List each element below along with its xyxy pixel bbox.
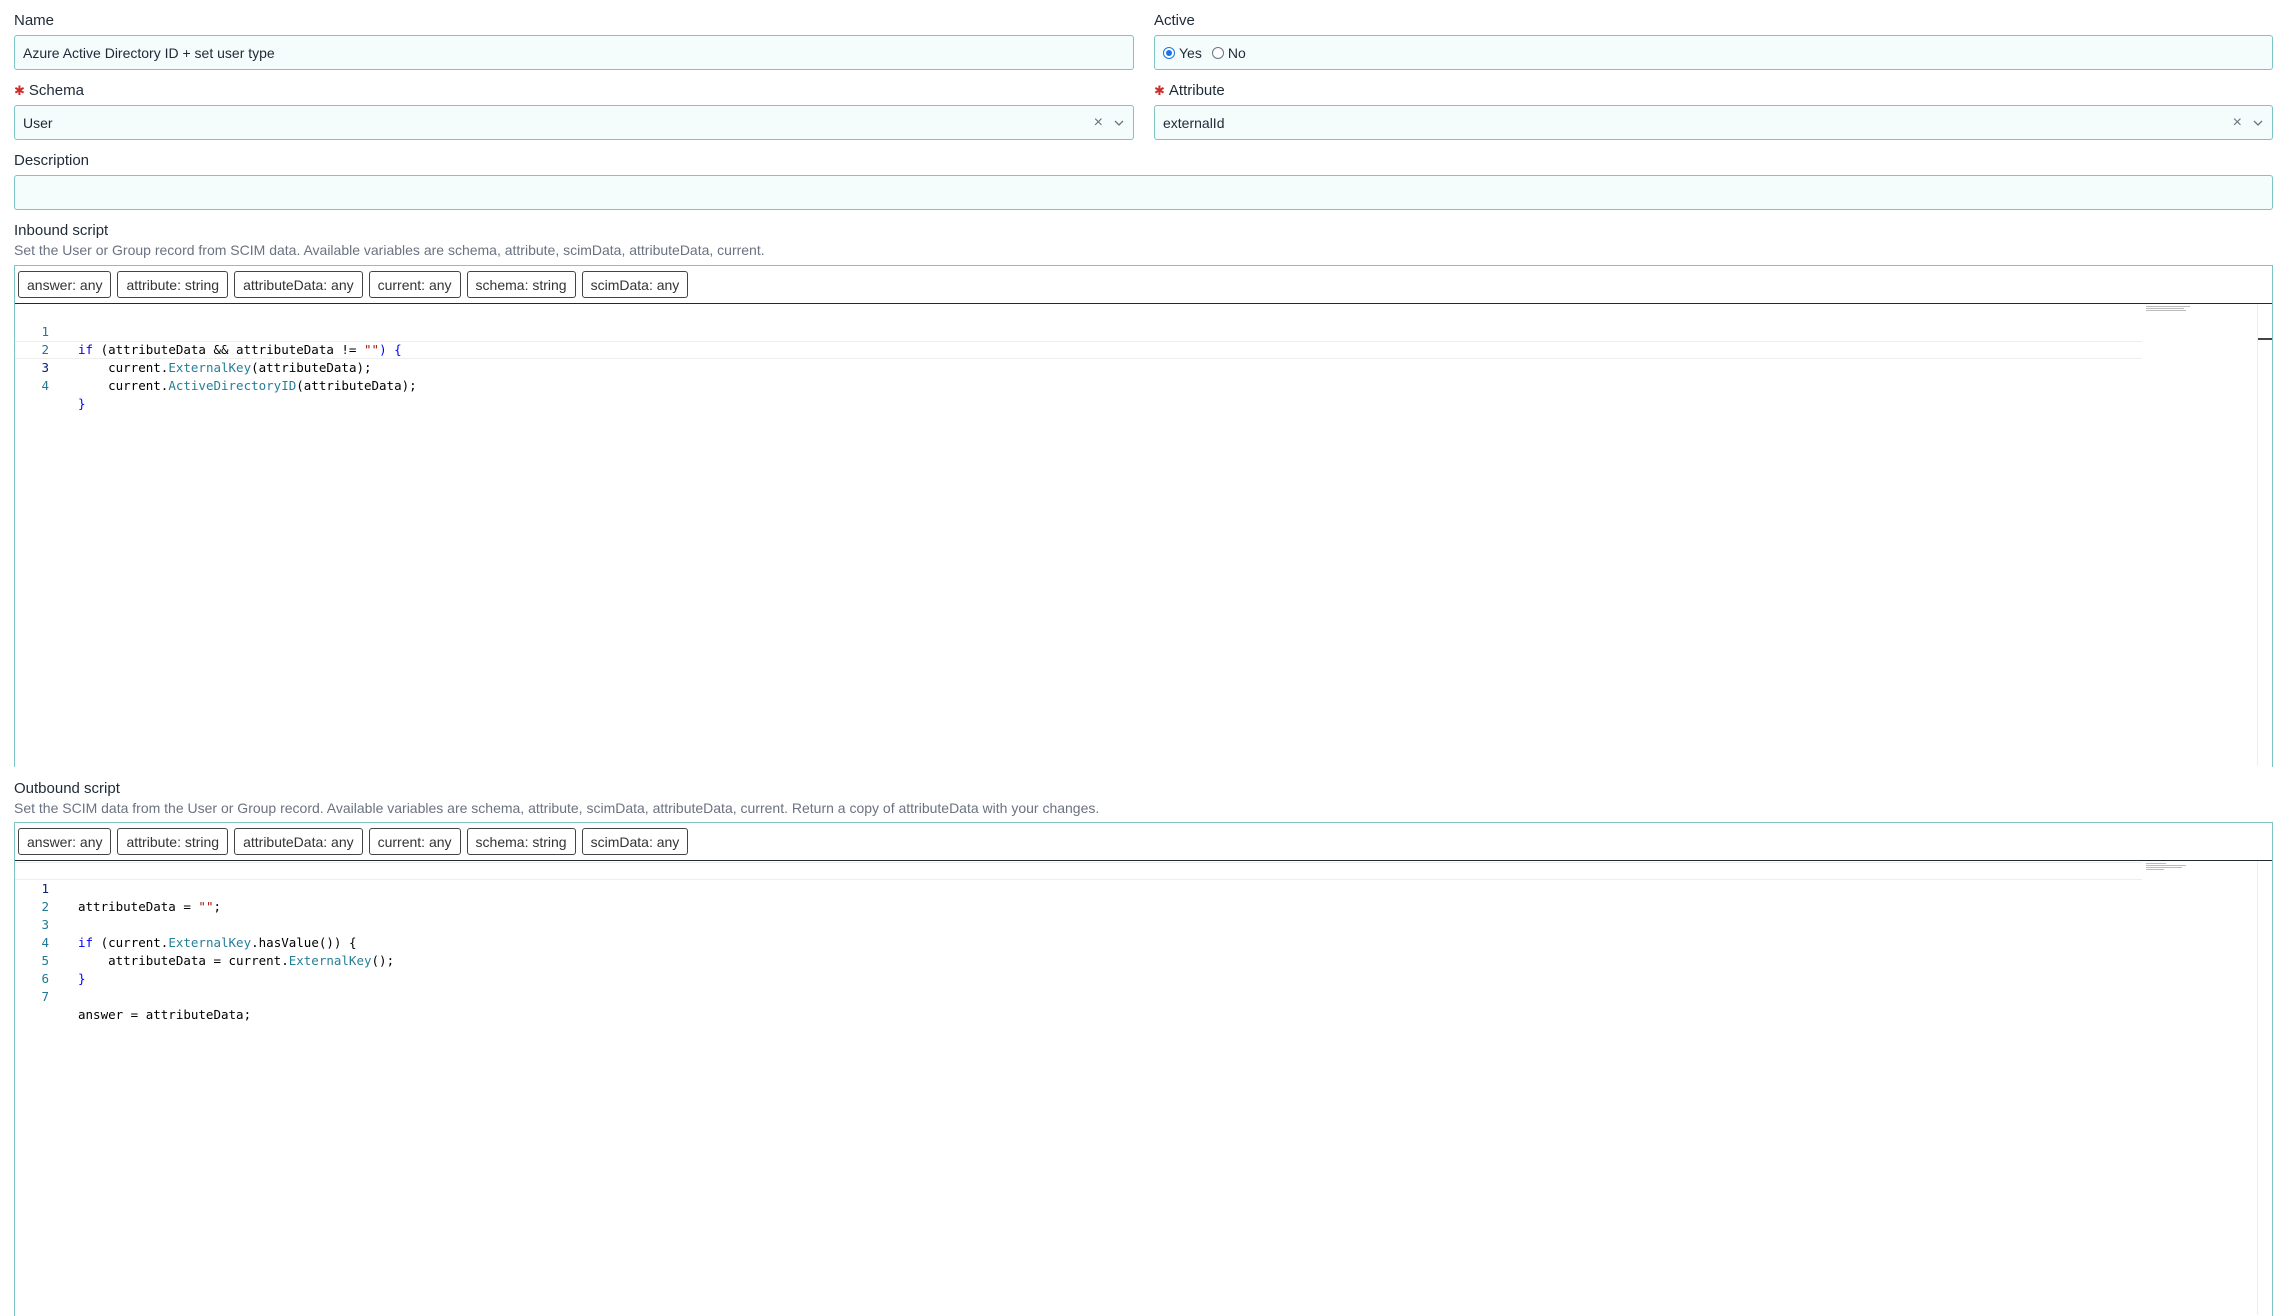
active-no-option[interactable]: No: [1211, 44, 1246, 61]
active-yes-radio[interactable]: [1163, 46, 1175, 59]
name-label: Name: [14, 12, 55, 29]
active-no-radio[interactable]: [1211, 46, 1224, 59]
inbound-script-help: Set the User or Group record from SCIM d…: [14, 242, 765, 258]
variable-chip-attribute[interactable]: attribute: string: [117, 271, 229, 298]
active-yes-option[interactable]: Yes: [1163, 45, 1202, 61]
line-number: 7: [41, 989, 49, 1004]
inbound-script-editor[interactable]: answer: any attribute: string attributeD…: [14, 265, 2273, 767]
required-asterisk: ✱: [1154, 83, 1165, 98]
variable-chip-schema[interactable]: schema: string: [466, 828, 576, 855]
active-radio-group: Yes No: [1154, 35, 2273, 70]
description-label: Description: [14, 152, 90, 169]
attribute-select-value: externalId: [1163, 114, 1225, 131]
description-field[interactable]: [14, 175, 2273, 210]
code-minimap[interactable]: [2146, 863, 2192, 871]
line-number: 4: [41, 378, 49, 393]
close-icon[interactable]: ×: [2233, 114, 2242, 131]
variable-chip-scimdata[interactable]: scimData: any: [581, 828, 689, 855]
outbound-script-editor[interactable]: answer: any attribute: string attributeD…: [14, 822, 2273, 1316]
schema-select-value: User: [23, 114, 53, 131]
inbound-code-area[interactable]: 1 if (attributeData && attributeData != …: [15, 304, 2272, 767]
active-no-label: No: [1227, 44, 1246, 61]
name-field[interactable]: [14, 35, 1134, 70]
outbound-code-area[interactable]: 1 attributeData = ""; 2 3 if (current.Ex…: [15, 861, 2272, 1316]
code-text: current.ActiveDirectoryID(attributeData)…: [78, 378, 417, 393]
code-text: answer = attributeData;: [78, 1007, 252, 1022]
inbound-script-label: Inbound script: [14, 222, 109, 239]
vertical-scrollbar[interactable]: [2257, 304, 2272, 766]
schema-select[interactable]: User ×: [14, 105, 1134, 140]
variable-chip-answer[interactable]: answer: any: [18, 271, 112, 298]
code-line: 3 if (current.ExternalKey.hasValue()) {: [15, 898, 2272, 950]
code-line-current: 1 attributeData = "";: [15, 862, 2142, 914]
code-line: 6: [15, 952, 2272, 986]
variable-chip-current[interactable]: current: any: [368, 271, 461, 298]
code-minimap[interactable]: [2146, 306, 2192, 312]
variable-chip-attributedata[interactable]: attributeData: any: [234, 271, 363, 298]
code-line: 5 }: [15, 934, 2272, 986]
code-line: 1 if (attributeData && attributeData != …: [15, 305, 2272, 357]
attribute-select[interactable]: externalId ×: [1154, 105, 2273, 140]
code-line: 2: [15, 880, 2272, 914]
attribute-label: ✱ Attribute: [1154, 82, 1225, 99]
required-asterisk: ✱: [14, 83, 25, 98]
close-icon[interactable]: ×: [1094, 114, 1103, 131]
code-line: 7 answer = attributeData;: [15, 970, 2272, 1022]
name-input[interactable]: [23, 44, 1125, 61]
attribute-label-text: Attribute: [1168, 82, 1225, 99]
description-input[interactable]: [23, 184, 2264, 201]
variable-chip-attributedata[interactable]: attributeData: any: [234, 828, 363, 855]
schema-label: ✱ Schema: [14, 82, 84, 99]
scim-mapping-form: Name Active Yes No ✱Schema User × ✱Attri…: [0, 0, 2286, 1316]
chevron-down-icon[interactable]: [1113, 117, 1125, 129]
outbound-script-help: Set the SCIM data from the User or Group…: [14, 800, 1100, 816]
outbound-variable-chips: answer: any attribute: string attributeD…: [15, 823, 2272, 861]
active-yes-label: Yes: [1179, 44, 1202, 61]
variable-chip-answer[interactable]: answer: any: [18, 828, 112, 855]
code-text: }: [78, 396, 86, 411]
active-label: Active: [1154, 12, 1195, 29]
variable-chip-attribute[interactable]: attribute: string: [117, 828, 229, 855]
scroll-position-marker: [2258, 338, 2272, 340]
code-line: 4 }: [15, 359, 2272, 411]
vertical-scrollbar[interactable]: [2257, 861, 2272, 1315]
variable-chip-scimdata[interactable]: scimData: any: [581, 271, 689, 298]
code-line: 2 current.ExternalKey(attributeData);: [15, 323, 2272, 375]
variable-chip-current[interactable]: current: any: [368, 828, 461, 855]
variable-chip-schema[interactable]: schema: string: [466, 271, 576, 298]
schema-label-text: Schema: [28, 82, 84, 99]
inbound-variable-chips: answer: any attribute: string attributeD…: [15, 266, 2272, 304]
outbound-script-label: Outbound script: [14, 780, 120, 797]
code-line: 4 attributeData = current.ExternalKey();: [15, 916, 2272, 968]
chevron-down-icon[interactable]: [2252, 117, 2264, 129]
code-line-current: 3 current.ActiveDirectoryID(attributeDat…: [15, 341, 2142, 393]
